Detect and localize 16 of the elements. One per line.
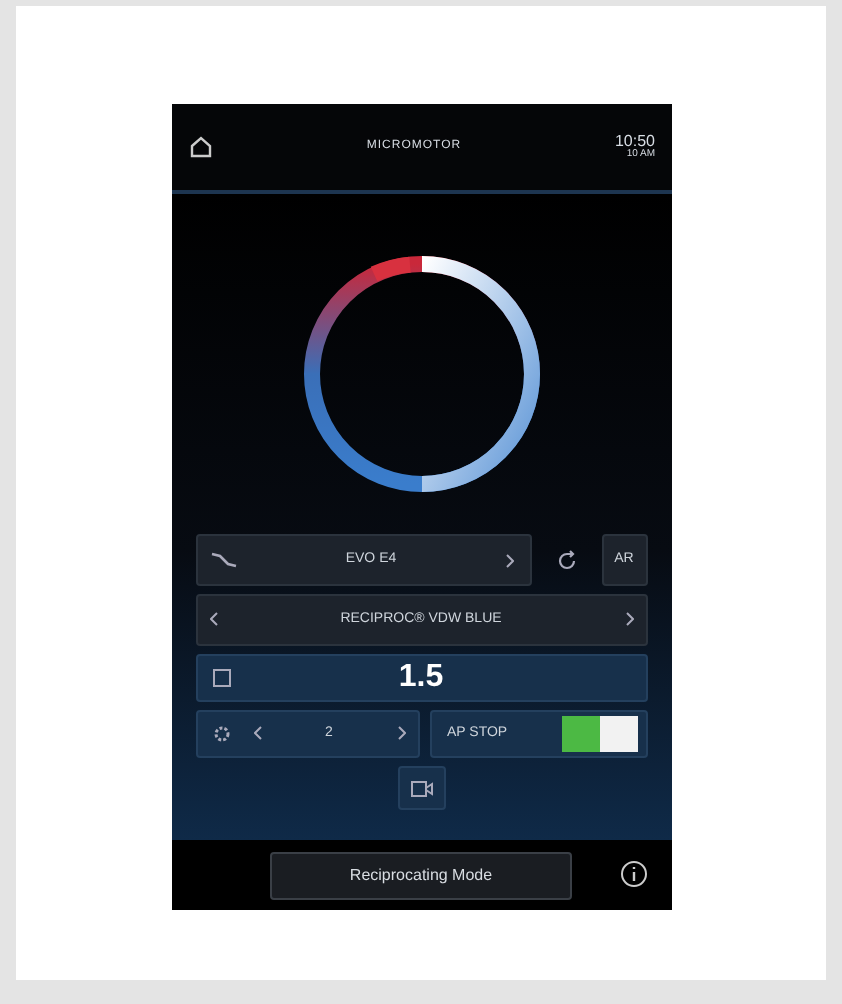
chevron-left-icon: [209, 612, 217, 627]
rotate-icon: [555, 549, 577, 571]
handpiece-icon: [209, 550, 237, 570]
ap-stop-toggle[interactable]: [561, 716, 637, 752]
gear-icon[interactable]: [211, 724, 231, 744]
info-icon[interactable]: [619, 860, 647, 888]
reciprocating-mode-button[interactable]: Reciprocating Mode: [270, 851, 572, 899]
camera-button[interactable]: [397, 766, 445, 810]
home-icon[interactable]: [187, 134, 213, 160]
value-readout: 1.5: [396, 658, 446, 698]
square-icon[interactable]: [211, 668, 231, 688]
chevron-right-icon: [397, 726, 405, 741]
chevron-right-icon[interactable]: [505, 553, 513, 567]
camera-icon: [409, 779, 433, 797]
chevron-left-icon: [253, 726, 261, 741]
chevron-right-icon: [625, 612, 633, 627]
